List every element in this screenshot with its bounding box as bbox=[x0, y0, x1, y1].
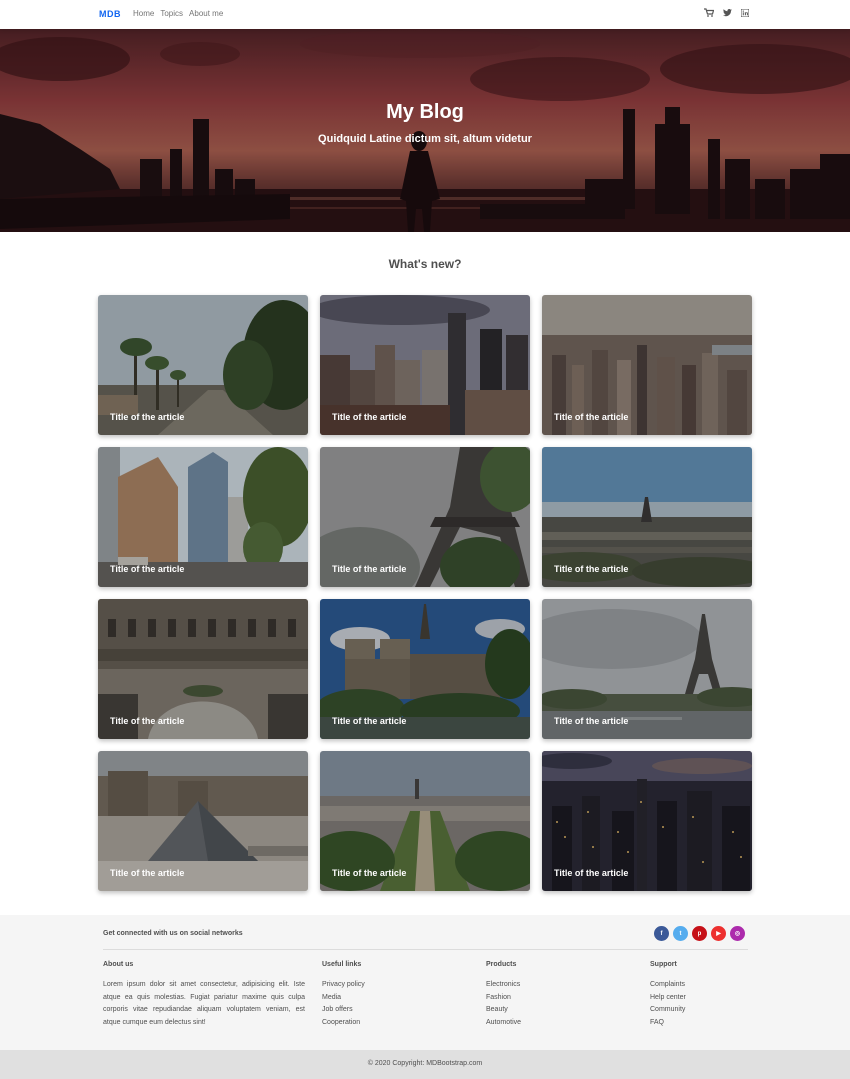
article-card[interactable]: Title of the article bbox=[542, 447, 752, 587]
hero-city-silhouette bbox=[0, 29, 850, 232]
navbar: MDB Home Topics About me bbox=[0, 0, 850, 29]
article-card[interactable]: Title of the article bbox=[320, 295, 530, 435]
nav-link-topics[interactable]: Topics bbox=[160, 9, 183, 18]
nav-link-about[interactable]: About me bbox=[189, 9, 223, 18]
footer-link[interactable]: Job offers bbox=[322, 1004, 365, 1017]
card-title[interactable]: Title of the article bbox=[554, 716, 628, 726]
footer-link[interactable]: Community bbox=[650, 1004, 686, 1017]
nav-links: Home Topics About me bbox=[133, 9, 223, 18]
hero-title: My Blog bbox=[386, 101, 464, 123]
hero-subtitle: Quidquid Latine dictum sit, altum videtu… bbox=[318, 133, 532, 145]
card-title[interactable]: Title of the article bbox=[110, 868, 184, 878]
footer-link[interactable]: Automotive bbox=[486, 1017, 521, 1030]
copyright-bar: © 2020 Copyright: MDBootstrap.com bbox=[0, 1050, 850, 1079]
about-text: Lorem ipsum dolor sit amet consectetur, … bbox=[103, 981, 305, 1027]
article-card[interactable]: Title of the article bbox=[98, 295, 308, 435]
footer-link[interactable]: Cooperation bbox=[322, 1017, 365, 1030]
article-card[interactable]: Title of the article bbox=[98, 751, 308, 891]
footer-link[interactable]: Fashion bbox=[486, 992, 521, 1005]
footer: Get connected with us on social networks… bbox=[0, 915, 850, 1050]
article-card[interactable]: Title of the article bbox=[542, 751, 752, 891]
card-title[interactable]: Title of the article bbox=[332, 868, 406, 878]
twitter-icon[interactable]: t bbox=[673, 926, 688, 941]
card-title[interactable]: Title of the article bbox=[554, 868, 628, 878]
facebook-icon[interactable]: f bbox=[654, 926, 669, 941]
nav-link-home[interactable]: Home bbox=[133, 9, 154, 18]
footer-link[interactable]: Help center bbox=[650, 992, 686, 1005]
linkedin-icon[interactable] bbox=[741, 8, 749, 17]
article-card[interactable]: Title of the article bbox=[320, 751, 530, 891]
footer-products: Products Electronics Fashion Beauty Auto… bbox=[486, 961, 521, 1030]
hero-banner: My Blog Quidquid Latine dictum sit, altu… bbox=[0, 29, 850, 232]
footer-link[interactable]: Media bbox=[322, 992, 365, 1005]
youtube-icon[interactable]: ▶ bbox=[711, 926, 726, 941]
article-card[interactable]: Title of the article bbox=[98, 447, 308, 587]
card-title[interactable]: Title of the article bbox=[332, 564, 406, 574]
article-card[interactable]: Title of the article bbox=[320, 599, 530, 739]
card-title[interactable]: Title of the article bbox=[554, 412, 628, 422]
footer-link[interactable]: Electronics bbox=[486, 979, 521, 992]
card-title[interactable]: Title of the article bbox=[110, 412, 184, 422]
social-icons: f t p ▶ ◎ bbox=[654, 926, 745, 941]
footer-link[interactable]: Beauty bbox=[486, 1004, 521, 1017]
card-title[interactable]: Title of the article bbox=[110, 716, 184, 726]
brand-logo[interactable]: MDB bbox=[99, 9, 121, 19]
social-heading: Get connected with us on social networks bbox=[103, 930, 243, 937]
article-card[interactable]: Title of the article bbox=[98, 599, 308, 739]
footer-link[interactable]: Complaints bbox=[650, 979, 686, 992]
instagram-icon[interactable]: ◎ bbox=[730, 926, 745, 941]
copyright-text: © 2020 Copyright: bbox=[367, 1060, 425, 1067]
cart-icon[interactable] bbox=[704, 8, 714, 17]
pinterest-icon[interactable]: p bbox=[692, 926, 707, 941]
copyright-link[interactable]: MDBootstrap.com bbox=[426, 1060, 482, 1067]
nav-icons bbox=[704, 8, 749, 17]
footer-link[interactable]: FAQ bbox=[650, 1017, 686, 1030]
support-heading: Support bbox=[650, 961, 677, 968]
products-heading: Products bbox=[486, 961, 517, 968]
article-card[interactable]: Title of the article bbox=[542, 295, 752, 435]
footer-divider bbox=[103, 949, 748, 950]
footer-support: Support Complaints Help center Community… bbox=[650, 961, 686, 1030]
card-title[interactable]: Title of the article bbox=[110, 564, 184, 574]
about-heading: About us bbox=[103, 961, 134, 968]
footer-useful-links: Useful links Privacy policy Media Job of… bbox=[322, 961, 365, 1030]
card-title[interactable]: Title of the article bbox=[332, 412, 406, 422]
card-title[interactable]: Title of the article bbox=[332, 716, 406, 726]
twitter-icon[interactable] bbox=[723, 8, 732, 17]
card-title[interactable]: Title of the article bbox=[554, 564, 628, 574]
article-card[interactable]: Title of the article bbox=[320, 447, 530, 587]
footer-link[interactable]: Privacy policy bbox=[322, 979, 365, 992]
article-card[interactable]: Title of the article bbox=[542, 599, 752, 739]
footer-about: About us Lorem ipsum dolor sit amet cons… bbox=[103, 961, 305, 1030]
useful-links-heading: Useful links bbox=[322, 961, 362, 968]
section-title: What's new? bbox=[388, 257, 462, 271]
